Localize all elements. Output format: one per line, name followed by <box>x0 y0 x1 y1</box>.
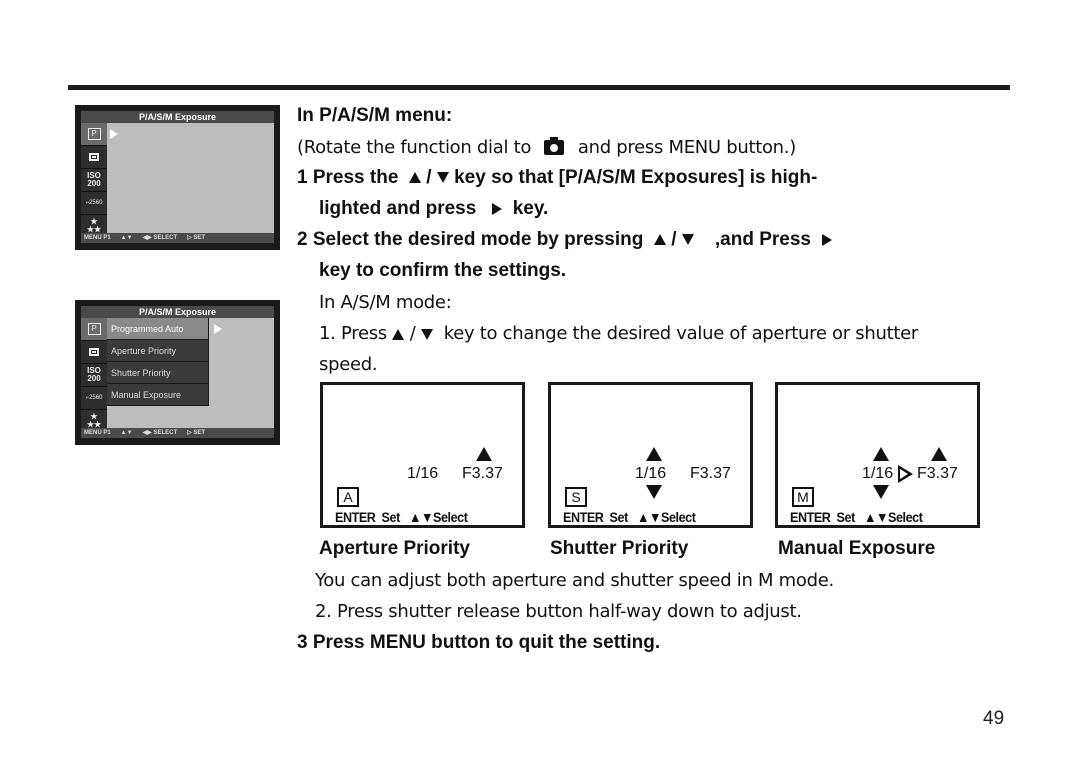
screen-footer: ENTER Set ▲▼Select <box>335 509 468 525</box>
step-1: 1 Press the / key so that [P/A/S/M Expos… <box>297 167 818 188</box>
shutter-up-arrow-icon <box>646 447 662 461</box>
mode-menu: Programmed Auto Aperture Priority Shutte… <box>107 318 209 406</box>
resolution-icon: ⌐2560 <box>81 387 107 410</box>
aperture-value: F3.37 <box>462 465 503 482</box>
lcd-side-icons: P ISO 200 ⌐2560 ★ ★★ <box>81 318 107 433</box>
lcd-title: P/A/S/M Exposure <box>81 111 274 123</box>
aperture-value: F3.37 <box>917 465 958 482</box>
manual-exposure-screen: 1/16 F3.37 M ENTER Set ▲▼Select <box>775 382 980 528</box>
caption-manual-exposure: Manual Exposure <box>778 538 936 559</box>
aperture-up-arrow-icon <box>931 447 947 461</box>
down-arrow-icon <box>436 172 449 184</box>
step-2: 2 Select the desired mode by pressing / … <box>297 229 832 251</box>
resolution-icon: ⌐2560 <box>81 192 107 215</box>
frame-icon <box>81 146 107 169</box>
iso-icon: ISO 200 <box>81 169 107 192</box>
shutter-value: 1/16 <box>862 465 894 482</box>
aperture-up-arrow-icon <box>476 447 492 461</box>
menu-item-programmed-auto[interactable]: Programmed Auto <box>107 318 209 340</box>
section-heading: In P/A/S/M menu: <box>297 105 453 126</box>
program-mode-icon: P <box>81 318 107 341</box>
shutter-up-arrow-icon <box>873 447 889 461</box>
lcd-title: P/A/S/M Exposure <box>81 306 274 318</box>
down-arrow-icon <box>420 328 433 340</box>
page-number: 49 <box>983 708 1005 729</box>
program-mode-icon: P <box>81 123 107 146</box>
screen-footer: ENTER Set ▲▼Select <box>790 509 923 525</box>
substep-2: 2. Press shutter release button half-way… <box>315 601 802 622</box>
intro-line: (Rotate the function dial to and press M… <box>297 137 796 158</box>
screen-footer: ENTER Set ▲▼Select <box>563 509 696 525</box>
lcd-pane <box>107 123 274 238</box>
m-mode-note: You can adjust both aperture and shutter… <box>315 570 834 591</box>
up-arrow-icon <box>408 172 421 184</box>
asm-mode-heading: In A/S/M mode: <box>319 292 452 313</box>
shutter-down-arrow-icon <box>873 485 889 499</box>
arrow-right-icon <box>110 129 118 139</box>
camera-icon <box>544 137 565 155</box>
lcd-screen-mode-list: P/A/S/M Exposure P ISO 200 ⌐2560 ★ ★★ Prog… <box>75 300 280 445</box>
aperture-value: F3.37 <box>690 465 731 482</box>
menu-item-shutter-priority[interactable]: Shutter Priority <box>107 362 209 384</box>
step-1-continued: lighted and press key. <box>319 198 549 219</box>
up-arrow-icon <box>392 328 405 340</box>
lcd-footer: MENU P1 ▲▼ ◀▶ SELECT ▷ SET <box>81 428 274 438</box>
lcd-side-icons: P ISO 200 ⌐2560 ★ ★★ <box>81 123 107 238</box>
right-arrow-icon <box>492 202 503 215</box>
caption-shutter-priority: Shutter Priority <box>550 538 689 559</box>
menu-item-manual-exposure[interactable]: Manual Exposure <box>107 384 209 406</box>
aperture-priority-screen: 1/16 F3.37 A ENTER Set ▲▼Select <box>320 382 525 528</box>
mode-letter: A <box>337 487 359 507</box>
arrow-right-icon <box>214 324 222 334</box>
shutter-priority-screen: 1/16 F3.37 S ENTER Set ▲▼Select <box>548 382 753 528</box>
top-rule <box>68 85 1010 90</box>
shutter-down-arrow-icon <box>646 485 662 499</box>
caption-aperture-priority: Aperture Priority <box>319 538 470 559</box>
lcd-footer: MENU P1 ▲▼ ◀▶ SELECT ▷ SET <box>81 233 274 243</box>
substep-1: 1. Press / key to change the desired val… <box>319 323 918 344</box>
mode-letter: S <box>565 487 587 507</box>
step-3: 3 Press MENU button to quit the setting. <box>297 632 661 653</box>
substep-1-continued: speed. <box>319 354 378 375</box>
frame-icon <box>81 341 107 364</box>
menu-item-aperture-priority[interactable]: Aperture Priority <box>107 340 209 362</box>
right-arrow-icon <box>821 233 832 246</box>
up-arrow-icon <box>653 234 666 246</box>
shutter-value: 1/16 <box>407 465 439 482</box>
down-arrow-icon <box>681 234 694 246</box>
shutter-value: 1/16 <box>635 465 667 482</box>
selection-pointer-icon <box>898 465 913 483</box>
iso-icon: ISO 200 <box>81 364 107 387</box>
step-2-continued: key to confirm the settings. <box>319 260 567 281</box>
mode-letter: M <box>792 487 814 507</box>
lcd-screen-exposure-menu: P/A/S/M Exposure P ISO 200 ⌐2560 ★ ★★ MENU… <box>75 105 280 250</box>
